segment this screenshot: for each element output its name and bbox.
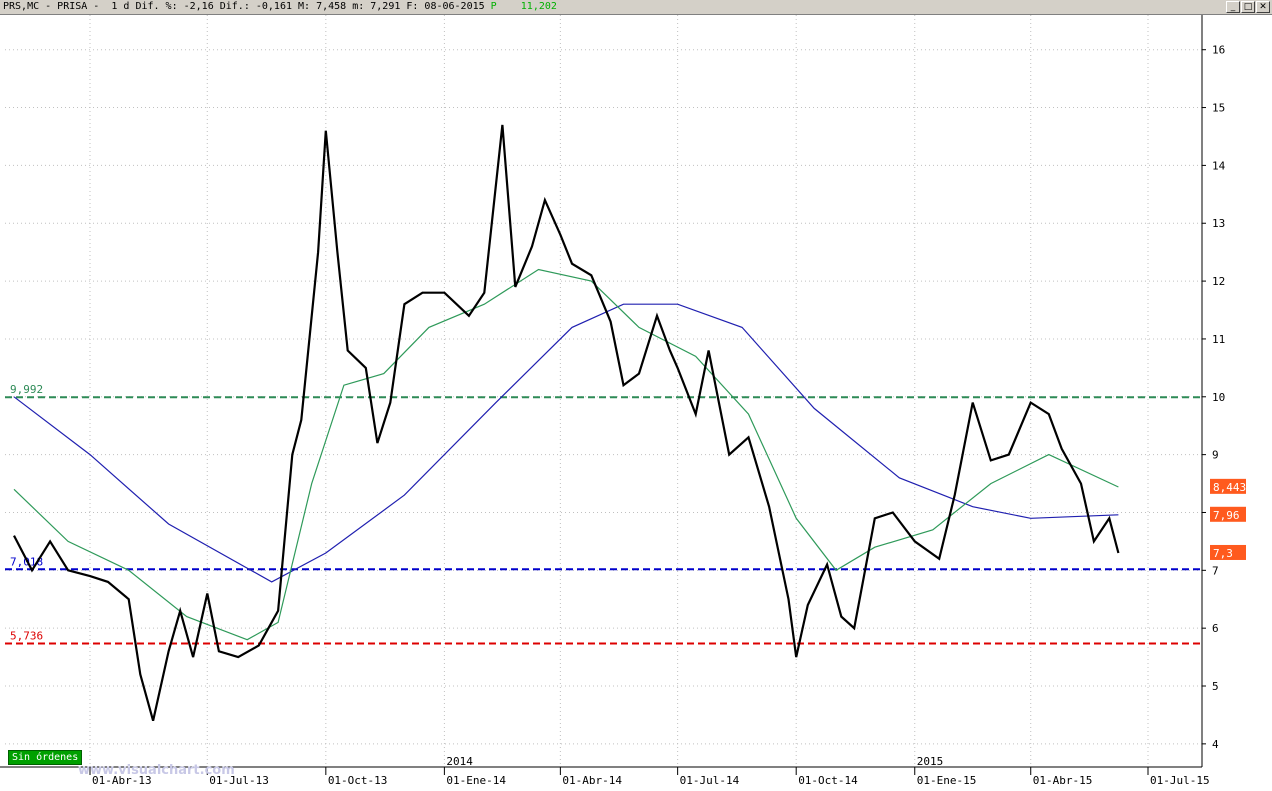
price-axis-label: 5 — [1212, 680, 1219, 693]
moving-average-blue-line — [13, 303, 1119, 583]
time-axis-label: 01-Jul-14 — [680, 774, 740, 787]
price-tag-last: 7,3 — [1213, 547, 1233, 560]
maximize-button[interactable]: □ — [1241, 1, 1255, 13]
price-axis-label: 15 — [1212, 102, 1225, 115]
price-axis-label: 9 — [1212, 449, 1219, 462]
price-tag-ma50: 8,443 — [1213, 481, 1246, 494]
time-axis-label: 01-Ene-14 — [446, 774, 506, 787]
chart-title: PRS,MC - PRISA - 1 d Dif. %: -2,16 Dif.:… — [3, 1, 557, 12]
time-axis-label: 01-Abr-15 — [1033, 774, 1093, 787]
price-axis-label: 12 — [1212, 275, 1225, 288]
time-axis-label: 01-Oct-13 — [328, 774, 388, 787]
chart-area[interactable]: 4567891011121314151601-Abr-1301-Jul-1301… — [0, 15, 1272, 791]
price-axis-label: 4 — [1212, 738, 1219, 751]
minimize-button[interactable]: _ — [1226, 1, 1240, 13]
moving-average-green-line — [13, 268, 1119, 641]
level-label-0: 9,992 — [10, 383, 43, 396]
price-axis-label: 11 — [1212, 333, 1225, 346]
time-axis-label: 01-Oct-14 — [798, 774, 858, 787]
price-line — [13, 124, 1120, 721]
watermark-text: www.visualchart.com — [78, 763, 235, 778]
price-axis-label: 10 — [1212, 391, 1225, 404]
price-axis-label: 6 — [1212, 622, 1219, 635]
price-chart[interactable]: 4567891011121314151601-Abr-1301-Jul-1301… — [0, 15, 1272, 791]
price-axis-label: 13 — [1212, 217, 1225, 230]
time-axis-label: 01-Abr-14 — [562, 774, 622, 787]
time-axis-label: 01-Jul-15 — [1150, 774, 1210, 787]
time-axis-year-label: 2014 — [446, 755, 473, 768]
chart-title-text: PRS,MC - PRISA - 1 d Dif. %: -2,16 Dif.:… — [3, 1, 485, 12]
price-axis-label: 14 — [1212, 159, 1226, 172]
close-button[interactable]: ✕ — [1256, 1, 1270, 13]
window-titlebar: PRS,MC - PRISA - 1 d Dif. %: -2,16 Dif.:… — [0, 0, 1272, 15]
time-axis-year-label: 2015 — [917, 755, 944, 768]
orders-status-badge[interactable]: Sin órdenes — [8, 750, 83, 765]
chart-title-p-value: P 11,202 — [490, 1, 557, 12]
price-axis-label: 16 — [1212, 44, 1225, 57]
price-axis-label: 7 — [1212, 564, 1219, 577]
time-axis-label: 01-Ene-15 — [917, 774, 977, 787]
level-label-2: 5,736 — [10, 629, 43, 642]
price-tag-ma200: 7,96 — [1213, 509, 1240, 522]
